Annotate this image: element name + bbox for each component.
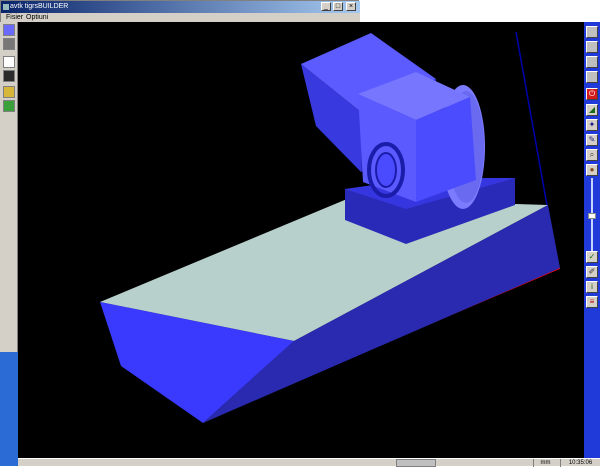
pin-icon[interactable]: ✦ — [586, 119, 598, 131]
pen-icon[interactable]: ✎ — [586, 134, 598, 146]
desktop-panel — [358, 0, 600, 22]
info-icon[interactable]: i — [586, 281, 598, 293]
check-icon[interactable]: ✓ — [586, 251, 598, 263]
3d-scene — [100, 31, 561, 423]
save-icon[interactable] — [3, 70, 15, 82]
minimize-button[interactable]: _ — [321, 2, 331, 11]
view-button-4[interactable] — [586, 71, 598, 83]
view-button-2[interactable] — [586, 41, 598, 53]
view-button-1[interactable] — [586, 26, 598, 38]
ring-inner — [375, 152, 397, 188]
edit-icon[interactable]: ✐ — [586, 266, 598, 278]
stack-icon[interactable]: ≡ — [586, 296, 598, 308]
exit-icon[interactable] — [3, 100, 15, 112]
chart-icon[interactable]: ◢ — [586, 104, 598, 116]
shaded-cube-icon[interactable] — [3, 38, 15, 50]
right-toolbar: ⏻ ◢ ✦ ✎ ⌕ ● ✓ ✐ i ≡ — [584, 22, 600, 458]
zoom-icon[interactable]: ⌕ — [586, 149, 598, 161]
cube-icon[interactable] — [3, 24, 15, 36]
z-axis-line — [515, 31, 551, 223]
sphere-icon[interactable]: ● — [586, 164, 598, 176]
status-bar: mm 10:35:06 — [18, 458, 600, 467]
left-toolbar — [0, 22, 18, 352]
host-titlebar[interactable]: avtk tigrsBUILDER — [1, 1, 360, 13]
window-title: avtk tigrsBUILDER — [10, 3, 69, 10]
zoom-slider-thumb[interactable] — [588, 213, 596, 219]
view-button-3[interactable] — [586, 56, 598, 68]
app-icon — [3, 4, 9, 10]
maximize-button[interactable]: □ — [333, 2, 343, 11]
3d-viewport[interactable] — [18, 22, 584, 458]
power-icon[interactable]: ⏻ — [586, 88, 598, 100]
new-file-icon[interactable] — [3, 56, 15, 68]
close-button[interactable]: × — [346, 2, 356, 11]
open-folder-icon[interactable] — [3, 86, 15, 98]
